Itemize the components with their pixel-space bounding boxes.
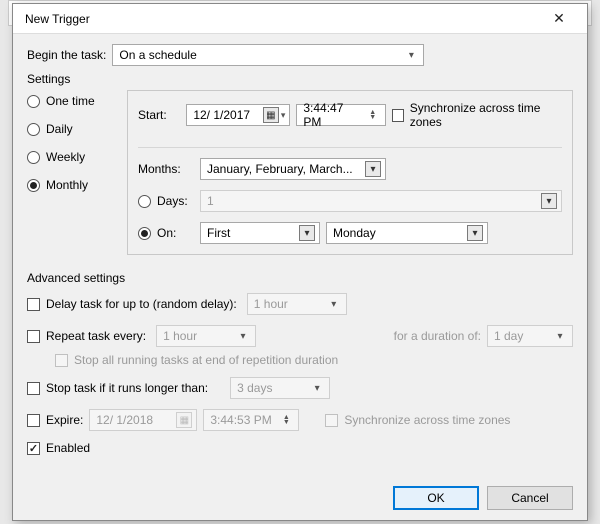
months-value: January, February, March... (207, 162, 353, 176)
expire-date-value: 12/ 1/2018 (96, 413, 153, 427)
repeat-interval-value: 1 hour (163, 329, 197, 343)
recurrence-radios: One time Daily Weekly Monthly (27, 90, 117, 255)
delay-value: 1 hour (254, 297, 288, 311)
titlebar: New Trigger ✕ (13, 4, 587, 34)
schedule-panel: Start: 12/ 1/2017 ▦ ▾ 3:44:47 PM ▲▼ Sync… (127, 90, 573, 255)
spinner-icon: ▲▼ (278, 415, 294, 425)
chevron-down-icon: ▾ (299, 225, 315, 241)
new-trigger-dialog: New Trigger ✕ Begin the task: On a sched… (12, 3, 588, 521)
begin-task-value: On a schedule (119, 48, 196, 62)
on-ordinal-value: First (207, 226, 230, 240)
chevron-down-icon: ▾ (552, 331, 568, 342)
chevron-down-icon: ▾ (309, 383, 325, 394)
begin-task-label: Begin the task: (27, 48, 106, 62)
start-date-picker[interactable]: 12/ 1/2017 ▦ ▾ (186, 104, 290, 126)
chevron-down-icon: ▾ (365, 161, 381, 177)
expire-time-picker: 3:44:53 PM ▲▼ (203, 409, 299, 431)
calendar-icon: ▦ (176, 412, 192, 428)
chevron-down-icon: ▾ (403, 50, 419, 61)
expire-sync-tz-checkbox: Synchronize across time zones (325, 413, 510, 427)
dialog-content: Begin the task: On a schedule ▾ Settings… (13, 34, 587, 520)
stop-longer-value: 3 days (237, 381, 272, 395)
chevron-down-icon: ▾ (326, 299, 342, 310)
days-combo: 1 ▾ (200, 190, 562, 212)
spinner-icon: ▲▼ (365, 110, 381, 120)
cancel-button[interactable]: Cancel (487, 486, 573, 510)
advanced-settings: Delay task for up to (random delay): 1 h… (27, 293, 573, 455)
delay-combo: 1 hour ▾ (247, 293, 347, 315)
dialog-footer: OK Cancel (393, 486, 573, 510)
stop-longer-combo: 3 days ▾ (230, 377, 330, 399)
repeat-duration-label: for a duration of: (394, 329, 481, 343)
days-radio[interactable]: Days: (138, 194, 194, 208)
recurrence-daily[interactable]: Daily (27, 122, 113, 136)
repeat-stop-checkbox: Stop all running tasks at end of repetit… (55, 353, 338, 367)
expire-date-picker: 12/ 1/2018 ▦ (89, 409, 197, 431)
days-label: Days: (157, 194, 188, 208)
close-button[interactable]: ✕ (541, 5, 577, 33)
sync-timezones-checkbox[interactable]: Synchronize across time zones (392, 101, 562, 129)
start-label: Start: (138, 108, 180, 122)
dialog-title: New Trigger (25, 12, 90, 26)
repeat-duration-combo: 1 day ▾ (487, 325, 573, 347)
repeat-interval-combo: 1 hour ▾ (156, 325, 256, 347)
start-date-value: 12/ 1/2017 (193, 108, 250, 122)
expire-checkbox[interactable]: Expire: (27, 413, 83, 427)
recurrence-one-time[interactable]: One time (27, 94, 113, 108)
chevron-down-icon: ▾ (541, 193, 557, 209)
repeat-checkbox[interactable]: Repeat task every: (27, 329, 146, 343)
settings-legend: Settings (27, 72, 70, 86)
start-time-value: 3:44:47 PM (303, 101, 364, 129)
recurrence-weekly[interactable]: Weekly (27, 150, 113, 164)
start-time-picker[interactable]: 3:44:47 PM ▲▼ (296, 104, 385, 126)
chevron-down-icon: ▾ (467, 225, 483, 241)
sync-timezones-label: Synchronize across time zones (410, 101, 562, 129)
recurrence-monthly[interactable]: Monthly (27, 178, 113, 192)
advanced-legend: Advanced settings (27, 271, 573, 285)
on-weekday-combo[interactable]: Monday ▾ (326, 222, 488, 244)
on-ordinal-combo[interactable]: First ▾ (200, 222, 320, 244)
on-label: On: (157, 226, 176, 240)
divider (138, 147, 562, 148)
enabled-checkbox[interactable]: Enabled (27, 441, 90, 455)
repeat-duration-value: 1 day (494, 329, 523, 343)
begin-task-combo[interactable]: On a schedule ▾ (112, 44, 424, 66)
ok-button[interactable]: OK (393, 486, 479, 510)
delay-checkbox[interactable]: Delay task for up to (random delay): (27, 297, 237, 311)
chevron-down-icon: ▾ (235, 331, 251, 342)
on-radio[interactable]: On: (138, 226, 194, 240)
months-combo[interactable]: January, February, March... ▾ (200, 158, 386, 180)
close-icon: ✕ (553, 10, 565, 27)
months-label: Months: (138, 162, 194, 176)
expire-time-value: 3:44:53 PM (210, 413, 271, 427)
on-weekday-value: Monday (333, 226, 376, 240)
calendar-icon: ▦ (263, 107, 279, 123)
chevron-down-icon: ▾ (281, 110, 286, 121)
stop-longer-checkbox[interactable]: Stop task if it runs longer than: (27, 381, 208, 395)
days-value: 1 (207, 194, 214, 208)
